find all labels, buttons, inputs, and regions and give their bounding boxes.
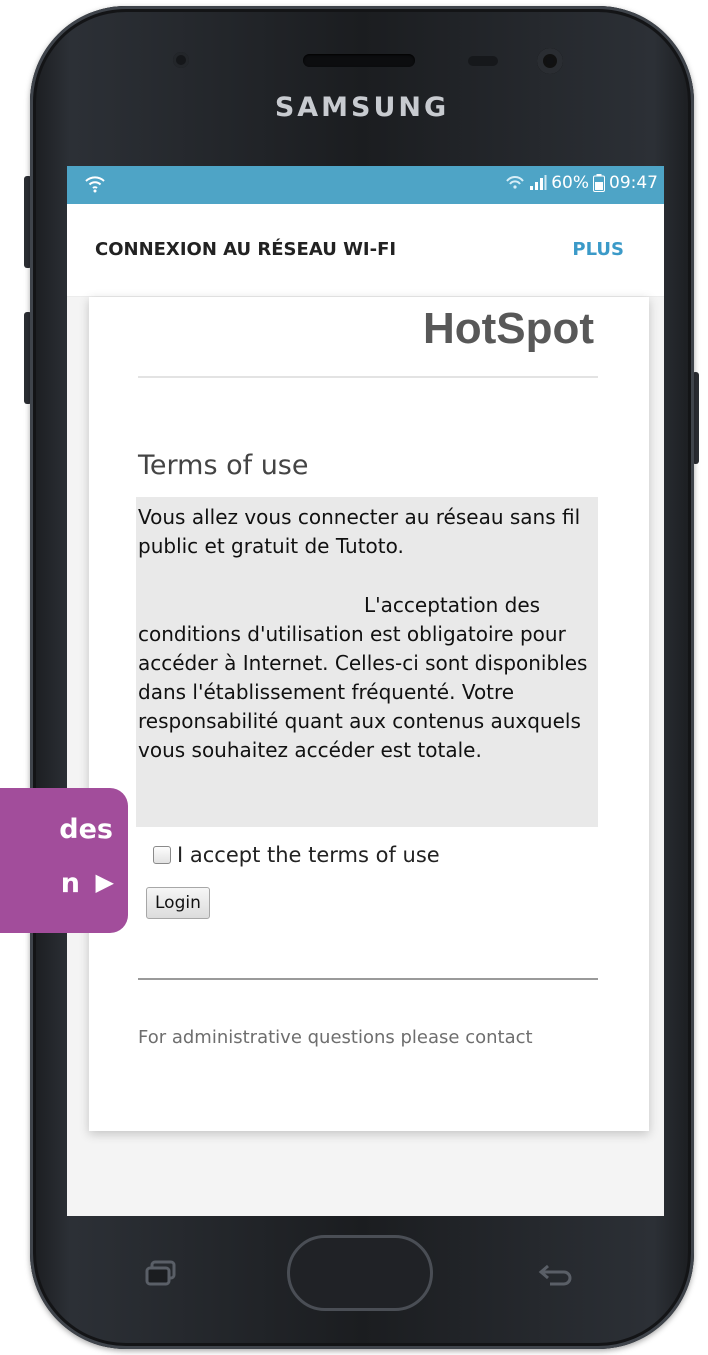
app-title: CONNEXION AU RÉSEAU WI-FI [95, 239, 397, 260]
status-bar: 60% 09:47 [67, 166, 664, 204]
admin-contact-note: For administrative questions please cont… [138, 1027, 533, 1048]
brand-logo: SAMSUNG [274, 92, 450, 123]
wifi-icon [85, 176, 105, 193]
accept-terms-row[interactable]: I accept the terms of use [153, 843, 440, 867]
battery-percent: 60% [551, 173, 589, 193]
portal-title: HotSpot [422, 304, 594, 353]
overlay-tab-line1: des [59, 814, 113, 845]
front-camera [537, 48, 563, 74]
status-indicators: 60% 09:47 [505, 173, 658, 193]
play-arrow-icon: ▶ [95, 868, 114, 896]
phone-screen: 60% 09:47 CONNEXION AU RÉSEAU WI-FI PLUS… [67, 166, 664, 1216]
terms-paragraph-text: L'acceptation des conditions d'utilisati… [138, 593, 588, 762]
terms-box: Vous allez vous connecter au réseau sans… [136, 497, 598, 827]
more-button[interactable]: PLUS [572, 239, 624, 260]
terms-paragraph: Vous allez vous connecter au réseau sans… [138, 505, 581, 558]
light-sensor [468, 56, 498, 66]
accept-terms-label[interactable]: I accept the terms of use [177, 843, 440, 867]
login-button[interactable]: Login [146, 887, 210, 919]
overlay-tab[interactable]: des n ▶ [0, 788, 128, 933]
signal-icon [530, 175, 547, 190]
home-button[interactable] [287, 1235, 433, 1311]
recent-apps-icon[interactable] [144, 1260, 178, 1286]
clock: 09:47 [609, 173, 658, 193]
divider [138, 376, 598, 378]
proximity-sensor [173, 52, 189, 68]
earpiece-speaker [303, 54, 415, 67]
terms-heading: Terms of use [138, 450, 309, 481]
overlay-tab-line2: n [60, 868, 80, 899]
battery-icon [593, 174, 605, 192]
footer-divider [138, 978, 598, 980]
accept-terms-checkbox[interactable] [153, 846, 171, 864]
terms-paragraph-conditions: L'acceptation des conditions d'utilisati… [138, 591, 598, 765]
wifi-calling-icon [506, 176, 525, 189]
back-icon[interactable] [536, 1262, 576, 1286]
